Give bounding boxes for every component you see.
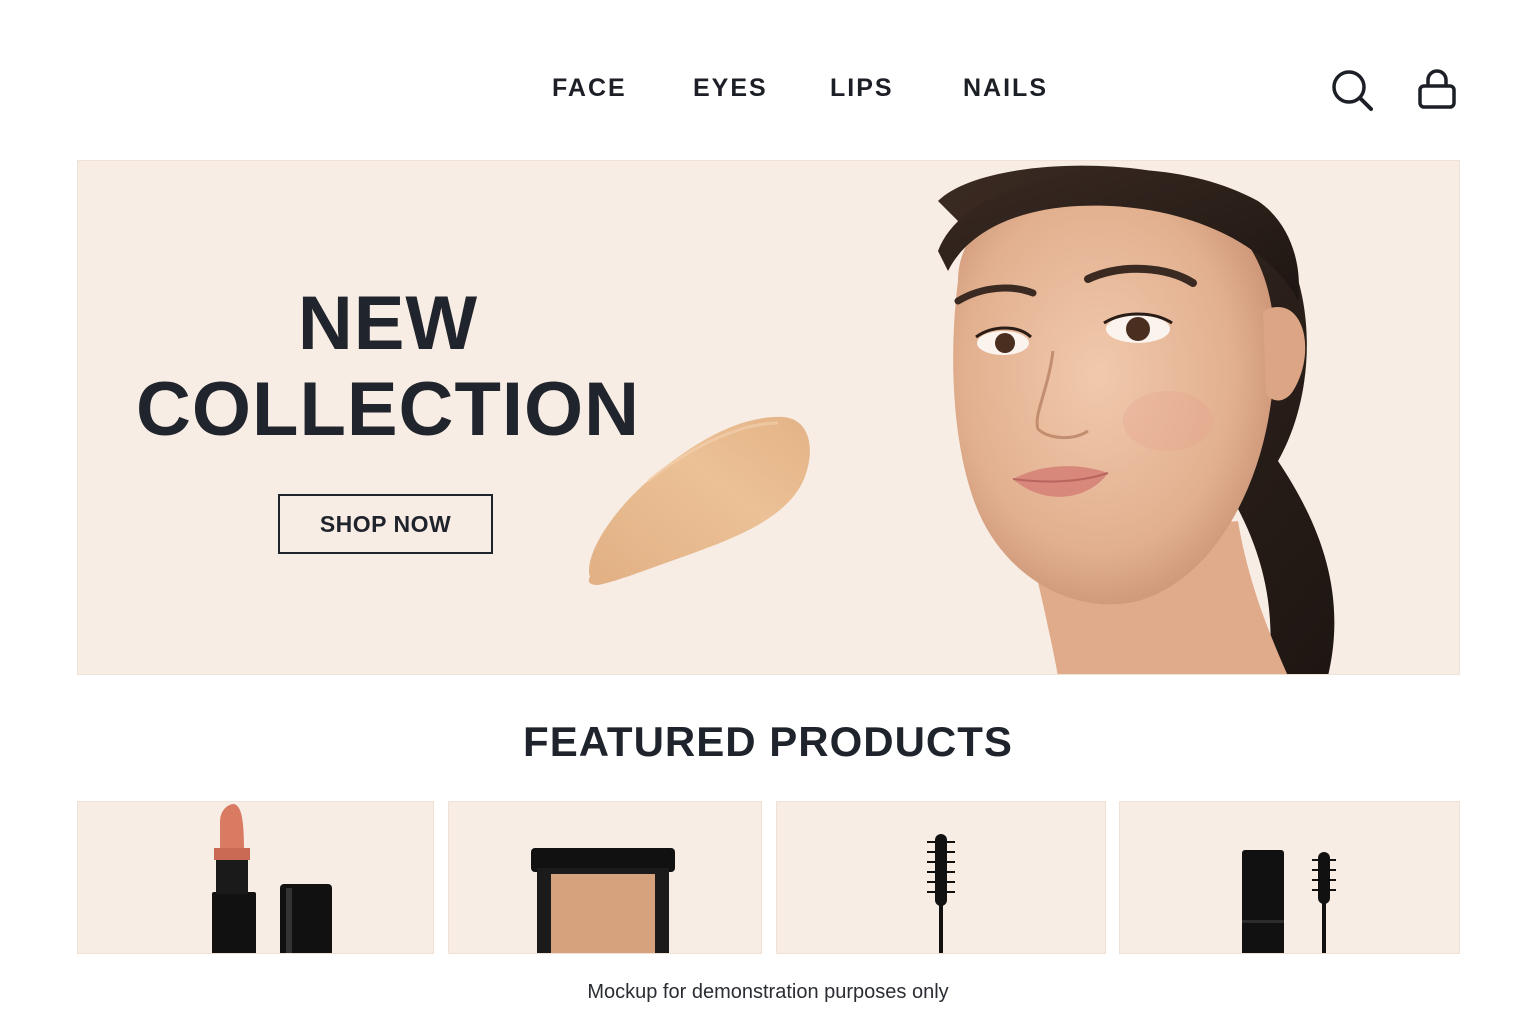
- product-card-mascara[interactable]: [1119, 801, 1460, 954]
- foundation-compact-image: [531, 848, 675, 953]
- footer-disclaimer: Mockup for demonstration purposes only: [587, 981, 949, 1003]
- product-card-foundation[interactable]: [448, 801, 762, 954]
- search-button[interactable]: [1330, 68, 1374, 112]
- nav-item-face[interactable]: FACE: [552, 74, 627, 103]
- mascara-tube-image: [1242, 850, 1336, 953]
- mascara-wand-image: [927, 834, 955, 953]
- nav-item-nails[interactable]: NAILS: [963, 74, 1048, 103]
- hero-banner: NEW COLLECTION SHOP NOW: [77, 160, 1460, 675]
- page: FACE EYES LIPS NAILS NEW COLLECTION SHOP…: [0, 0, 1536, 1024]
- shop-now-button[interactable]: SHOP NOW: [278, 494, 493, 554]
- product-card-mascara-wand[interactable]: [776, 801, 1106, 954]
- model-portrait-image: [938, 165, 1335, 674]
- product-card-lipstick[interactable]: [77, 801, 434, 954]
- main-nav: FACE EYES LIPS NAILS: [0, 74, 1536, 114]
- hero-title-line1: NEW: [297, 281, 479, 366]
- nav-item-eyes[interactable]: EYES: [693, 74, 768, 103]
- cart-button[interactable]: [1416, 68, 1458, 112]
- nav-item-lips[interactable]: LIPS: [830, 74, 894, 103]
- shopping-bag-icon: [1418, 69, 1456, 109]
- lipstick-image: [212, 804, 332, 953]
- featured-products-heading: FEATURED PRODUCTS: [523, 718, 1013, 765]
- foundation-swatch-image: [588, 416, 810, 585]
- search-icon: [1332, 70, 1373, 111]
